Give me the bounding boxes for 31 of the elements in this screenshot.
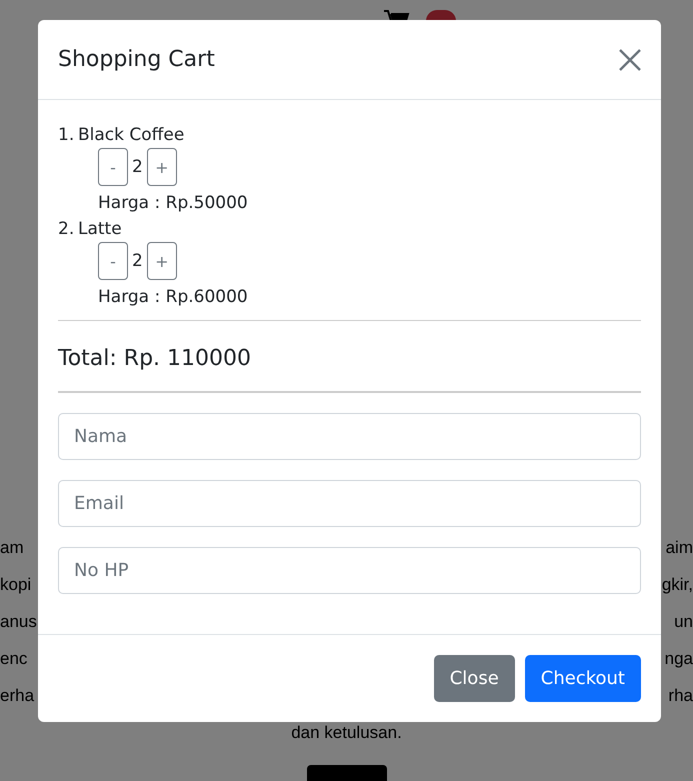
item-name: Black Coffee (78, 124, 184, 147)
item-price: Harga : Rp.60000 (98, 286, 249, 309)
paragraph-fragment: nga (664, 648, 693, 670)
paragraph-fragment: anus (0, 611, 37, 633)
paragraph-fragment: gkir, (662, 574, 693, 596)
item-price: Harga : Rp.50000 (98, 192, 249, 215)
input-field[interactable]: Nama (58, 413, 641, 460)
increment-button[interactable]: + (146, 148, 177, 186)
decrement-button[interactable]: - (98, 242, 128, 280)
paragraph-line: dan ketulusan. (291, 723, 402, 742)
paragraph-fragment: aim (666, 537, 693, 559)
paragraph-fragment: un (674, 611, 693, 633)
decrement-button[interactable]: - (98, 148, 128, 186)
list-number: 2. (58, 218, 73, 241)
quantity-value: 2 (132, 156, 143, 179)
cart-total: Total: Rp. 110000 (58, 345, 252, 373)
list-number: 1. (58, 124, 73, 147)
item-name: Latte (78, 218, 122, 241)
modal-title: Shopping Cart (58, 47, 215, 72)
paragraph-fragment: kopi (0, 574, 32, 596)
checkout-button[interactable]: Checkout (524, 655, 641, 702)
input-field[interactable]: Email (58, 480, 641, 527)
close-icon[interactable] (619, 48, 641, 70)
paragraph-fragment: erha (0, 685, 34, 707)
close-button[interactable]: Close (434, 655, 515, 702)
input-field[interactable]: No HP (58, 547, 641, 594)
quantity-value: 2 (132, 250, 143, 273)
paragraph-fragment: rha (668, 685, 693, 707)
increment-button[interactable]: + (146, 242, 177, 280)
paragraph-fragment: am (0, 537, 24, 559)
paragraph-fragment: enc (0, 648, 28, 670)
